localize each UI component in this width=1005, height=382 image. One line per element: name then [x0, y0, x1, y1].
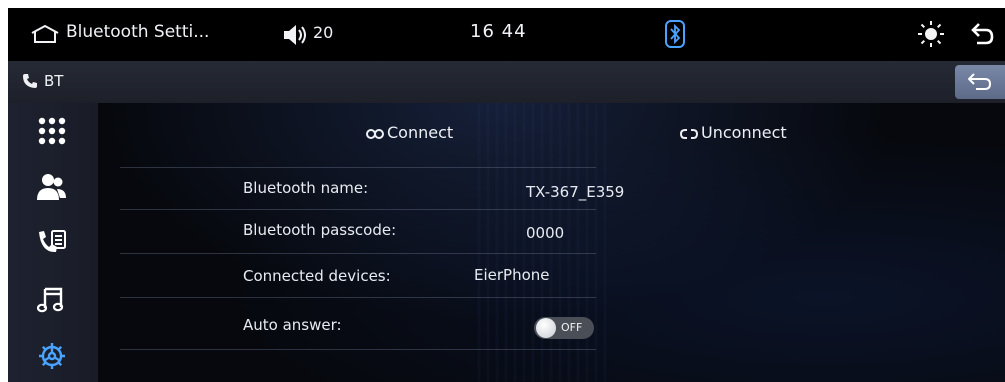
sidebar-item-contacts[interactable]	[8, 159, 98, 215]
bluetooth-icon	[665, 20, 685, 52]
toggle-knob	[536, 318, 556, 338]
unlink-icon	[679, 128, 699, 139]
divider	[120, 253, 596, 254]
unconnect-label: Unconnect	[701, 123, 787, 142]
section-label: BT	[44, 72, 64, 90]
sidebar-item-music[interactable]	[8, 271, 98, 327]
contacts-icon	[37, 174, 66, 200]
auto-answer-label: Auto answer:	[243, 316, 342, 334]
connected-device-value[interactable]: EierPhone	[474, 266, 550, 284]
back-icon[interactable]	[971, 22, 995, 50]
window-title: Bluetooth Setti...	[66, 22, 210, 42]
bluetooth-passcode-label: Bluetooth passcode:	[243, 221, 397, 239]
bluetooth-name-label: Bluetooth name:	[243, 179, 369, 197]
sidebar-item-call-log[interactable]	[8, 215, 98, 271]
bluetooth-settings-panel: Connect Unconnect Bluetooth name: TX-367…	[98, 103, 1005, 382]
auto-answer-toggle[interactable]: OFF	[534, 317, 594, 339]
return-button[interactable]	[955, 65, 1005, 99]
connected-devices-label: Connected devices:	[243, 267, 391, 285]
divider	[120, 167, 596, 168]
brightness-icon[interactable]	[918, 21, 944, 51]
music-note-icon	[37, 287, 64, 313]
link-icon	[366, 128, 384, 139]
divider	[120, 209, 596, 210]
unconnect-button[interactable]: Unconnect	[679, 123, 787, 142]
sidebar	[8, 103, 98, 382]
volume-icon[interactable]	[282, 24, 310, 50]
sidebar-item-settings[interactable]	[8, 327, 98, 382]
sub-header: BT	[8, 61, 1005, 103]
connect-label: Connect	[387, 123, 454, 142]
volume-level: 20	[313, 23, 334, 42]
sidebar-item-keypad[interactable]	[8, 103, 98, 159]
bluetooth-name-value[interactable]: TX-367_E359	[526, 183, 624, 201]
divider	[120, 349, 596, 350]
phone-icon	[22, 73, 38, 93]
bluetooth-settings-screen: Bluetooth Setti... 20 16 44 BT Connect U…	[8, 8, 1005, 382]
keypad-icon	[38, 117, 66, 145]
status-bar: Bluetooth Setti... 20 16 44	[8, 8, 1005, 61]
connect-button[interactable]: Connect	[366, 123, 453, 142]
settings-gear-icon	[39, 343, 65, 369]
background-streak	[478, 103, 608, 382]
call-log-icon	[39, 230, 66, 253]
clock: 16 44	[470, 21, 527, 42]
divider	[120, 297, 596, 298]
bluetooth-passcode-value[interactable]: 0000	[526, 224, 564, 242]
toggle-state: OFF	[561, 321, 583, 334]
home-icon[interactable]	[30, 24, 60, 48]
